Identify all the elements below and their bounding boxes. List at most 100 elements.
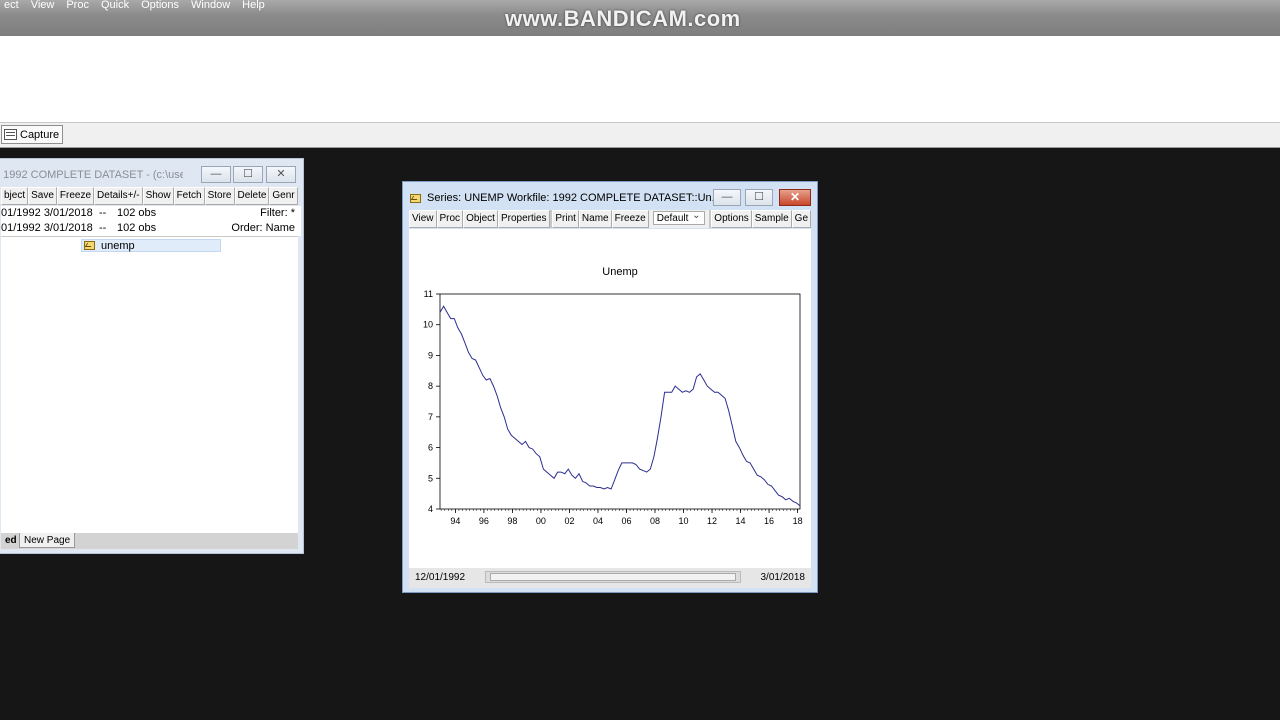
sample-start: 12/01/1992 (415, 572, 466, 583)
freeze-button[interactable]: Freeze (56, 187, 95, 205)
series-window: Series: UNEMP Workfile: 1992 COMPLETE DA… (402, 181, 818, 593)
item-label: unemp (101, 239, 135, 252)
maximize-button[interactable]: ☐ (233, 166, 263, 183)
properties-button[interactable]: Properties (497, 210, 550, 228)
capture-button[interactable]: Capture (1, 125, 63, 144)
details-button[interactable]: Details+/- (94, 187, 143, 205)
close-icon: ✕ (789, 190, 801, 204)
y-tick-label: 9 (428, 350, 433, 360)
minimize-button[interactable]: — (201, 166, 231, 183)
sample-button[interactable]: Sample (751, 210, 792, 228)
y-tick-label: 5 (428, 473, 433, 483)
view-button[interactable]: View (409, 210, 437, 228)
list-item[interactable]: unemp (81, 239, 221, 252)
close-button[interactable]: ✕ (779, 189, 811, 206)
menu-quick[interactable]: Quick (97, 0, 133, 13)
menu-window[interactable]: Window (187, 0, 234, 13)
minimize-button[interactable]: — (713, 189, 741, 206)
x-tick-label: 98 (507, 516, 517, 526)
x-tick-label: 96 (479, 516, 489, 526)
sample-end: 3/01/2018 (760, 572, 806, 583)
x-tick-label: 00 (536, 516, 546, 526)
command-window[interactable] (0, 36, 1280, 122)
minimize-icon: — (210, 168, 222, 180)
proc-button[interactable]: Proc (436, 210, 464, 228)
x-tick-label: 16 (764, 516, 774, 526)
range-label: 01/1992 3/01/2018 (1, 207, 93, 219)
print-button[interactable]: Print (552, 210, 579, 228)
menu-proc[interactable]: Proc (62, 0, 93, 13)
x-tick-label: 06 (621, 516, 631, 526)
show-button[interactable]: Show (142, 187, 174, 205)
freeze-button[interactable]: Freeze (611, 210, 649, 228)
y-tick-label: 7 (428, 412, 433, 422)
capture-icon (4, 129, 17, 140)
sample-label: 01/1992 3/01/2018 (1, 222, 93, 234)
graph-type-select[interactable]: Default (652, 210, 705, 225)
genr-button[interactable]: Genr (269, 187, 298, 205)
series-title: Series: UNEMP Workfile: 1992 COMPLETE DA… (427, 192, 721, 204)
sample-dash: -- (99, 222, 107, 234)
menu-object[interactable]: ect (0, 0, 23, 13)
sample-obs: 102 obs (117, 222, 157, 234)
order-label: Order: Name (231, 222, 295, 234)
command-toolbar: Capture (0, 122, 1280, 148)
genr-button[interactable]: Ge (791, 210, 811, 228)
range-dash: -- (99, 207, 107, 219)
menu-items: ect View Proc Quick Options Window Help (0, 0, 273, 13)
workfile-toolbar: bject Save Freeze Details+/- Show Fetch … (1, 187, 298, 205)
save-button[interactable]: Save (28, 187, 57, 205)
maximize-icon: ☐ (754, 191, 764, 203)
x-tick-label: 08 (650, 516, 660, 526)
x-tick-label: 10 (679, 516, 689, 526)
graph-type-value: Default (656, 213, 689, 224)
x-tick-label: 12 (707, 516, 717, 526)
menu-bar: ect View Proc Quick Options Window Help … (0, 0, 1280, 36)
delete-button[interactable]: Delete (234, 187, 270, 205)
y-tick-label: 4 (428, 504, 433, 514)
series-title-bar: Series: UNEMP Workfile: 1992 COMPLETE DA… (410, 187, 721, 209)
options-button[interactable]: Options (711, 210, 752, 228)
workfile-info: 01/1992 3/01/2018 -- 102 obs Filter: * 0… (1, 206, 301, 236)
workfile-window: : 1992 COMPLETE DATASET - (c:\users\... … (0, 158, 304, 554)
menu-options[interactable]: Options (137, 0, 183, 13)
plot-frame (439, 293, 801, 510)
slider-thumb[interactable] (490, 573, 736, 581)
chart-title: Unemp (602, 266, 637, 278)
x-tick-label: 04 (593, 516, 603, 526)
y-tick-label: 6 (428, 443, 433, 453)
y-tick-label: 10 (423, 320, 433, 330)
object-button[interactable]: Object (463, 210, 498, 228)
minimize-icon: — (721, 191, 733, 203)
menu-view[interactable]: View (27, 0, 59, 13)
menu-help[interactable]: Help (238, 0, 269, 13)
maximize-icon: ☐ (243, 168, 253, 180)
series-icon (84, 241, 95, 250)
x-tick-label: 94 (450, 516, 460, 526)
store-button[interactable]: Store (204, 187, 235, 205)
tab-untitled[interactable]: ed (1, 533, 21, 548)
x-tick-label: 14 (736, 516, 746, 526)
workfile-tabs: ed New Page (1, 533, 298, 549)
range-obs: 102 obs (117, 207, 157, 219)
sample-scroll-bar: 12/01/1992 3/01/2018 (409, 568, 811, 588)
graph-area[interactable]: Unemp 4 5 6 7 8 9 10 11 94 96 98 00 02 04 06 08 10 12 14 16 1… (409, 229, 811, 576)
filter-label: Filter: * (260, 207, 295, 219)
unemp-series-line (439, 305, 801, 507)
bandicam-watermark: www.BANDICAM.com (505, 6, 741, 31)
y-tick-label: 8 (428, 381, 433, 391)
object-button[interactable]: bject (1, 187, 29, 205)
maximize-button[interactable]: ☐ (745, 189, 773, 206)
sample-slider[interactable] (485, 571, 741, 583)
tab-new-page[interactable]: New Page (19, 533, 76, 548)
x-tick-label: 02 (564, 516, 574, 526)
series-toolbar: View Proc Object Properties Print Name F… (409, 210, 811, 228)
unemp-line-chart: Unemp 4 5 6 7 8 9 10 11 94 96 98 00 02 04 06 08 10 12 14 16 1… (423, 266, 803, 526)
close-icon: ✕ (276, 168, 286, 180)
close-button[interactable]: ✕ (266, 166, 296, 183)
name-button[interactable]: Name (578, 210, 612, 228)
x-tick-label: 18 (793, 516, 803, 526)
workfile-object-list[interactable]: unemp (1, 236, 298, 533)
fetch-button[interactable]: Fetch (173, 187, 205, 205)
y-tick-label: 11 (424, 289, 433, 299)
